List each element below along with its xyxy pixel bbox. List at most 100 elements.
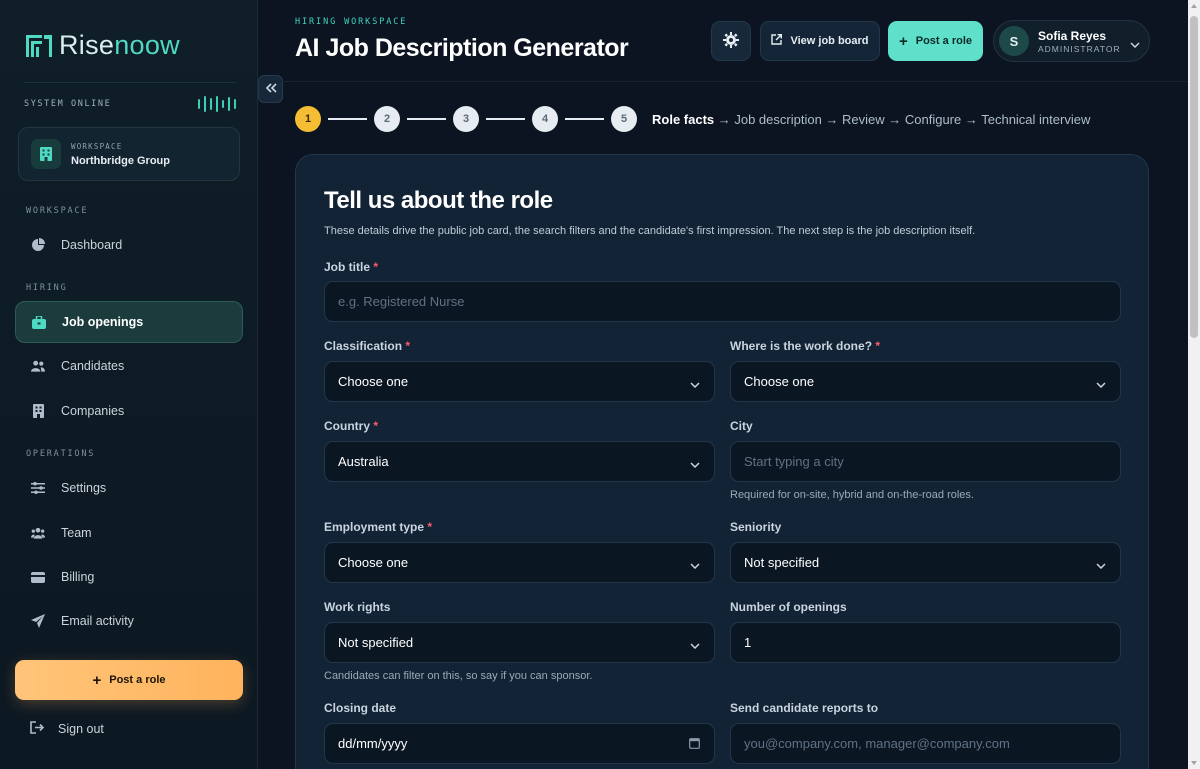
sidebar-item-job-openings[interactable]: Job openings bbox=[15, 301, 243, 343]
sidebar-item-team[interactable]: Team bbox=[15, 512, 243, 554]
classification-select[interactable]: Choose one bbox=[324, 361, 715, 402]
work-rights-label: Work rights bbox=[324, 600, 391, 614]
brand-name: Risenoow bbox=[59, 30, 180, 60]
external-link-icon bbox=[771, 34, 783, 48]
sidebar-item-label: Billing bbox=[61, 570, 95, 584]
step-3[interactable]: 3 bbox=[453, 106, 479, 132]
workspace-switcher[interactable]: WORKSPACE Northbridge Group bbox=[18, 127, 240, 181]
sign-out-button[interactable]: Sign out bbox=[30, 721, 104, 737]
wizard-stepper: 1 2 3 4 5 Role facts → Job description →… bbox=[295, 106, 1090, 132]
briefcase-icon bbox=[32, 315, 46, 329]
seniority-label: Seniority bbox=[730, 520, 782, 534]
seniority-select[interactable]: Not specified bbox=[730, 542, 1121, 583]
scroll-up-icon[interactable] bbox=[1191, 4, 1197, 8]
gear-icon bbox=[723, 31, 739, 51]
building-icon bbox=[31, 139, 61, 169]
workspace-label: WORKSPACE bbox=[71, 141, 123, 151]
sidebar-item-candidates[interactable]: Candidates bbox=[15, 345, 243, 387]
step-connector bbox=[407, 118, 446, 120]
settings-button[interactable] bbox=[711, 21, 751, 61]
plus-icon: + bbox=[92, 671, 102, 689]
work-rights-hint: Candidates can filter on this, so say if… bbox=[324, 670, 593, 682]
chevron-down-icon bbox=[1130, 35, 1140, 53]
system-status: SYSTEM ONLINE bbox=[24, 82, 236, 112]
reports-to-input[interactable]: you@company.com, manager@company.com bbox=[730, 723, 1121, 764]
current-step-label: Role facts bbox=[652, 111, 715, 127]
sidebar-item-settings[interactable]: Settings bbox=[15, 467, 243, 509]
chevron-down-icon bbox=[690, 557, 700, 572]
closing-date-label: Closing date bbox=[324, 701, 397, 715]
employment-type-select[interactable]: Choose one bbox=[324, 542, 715, 583]
building-icon bbox=[31, 404, 45, 418]
country-select[interactable]: Australia bbox=[324, 441, 715, 482]
section-label-workspace: WORKSPACE bbox=[26, 206, 89, 216]
job-title-label: Job title * bbox=[324, 260, 379, 274]
employment-type-label: Employment type * bbox=[324, 520, 433, 534]
step-connector bbox=[328, 118, 367, 120]
step-breadcrumb: Role facts → Job description → Review → … bbox=[652, 112, 1090, 127]
work-rights-select[interactable]: Not specified bbox=[324, 622, 715, 663]
work-location-select[interactable]: Choose one bbox=[730, 361, 1121, 402]
user-menu[interactable]: S Sofia Reyes ADMINISTRATOR bbox=[993, 20, 1150, 62]
sidebar-item-billing[interactable]: Billing bbox=[15, 556, 243, 598]
pie-chart-icon bbox=[31, 238, 45, 252]
credit-card-icon bbox=[31, 570, 45, 584]
city-hint: Required for on-site, hybrid and on-the-… bbox=[730, 489, 974, 501]
sidebar-post-role-button[interactable]: + Post a role bbox=[15, 660, 243, 700]
remaining-steps-label: → Job description → Review → Configure →… bbox=[714, 111, 1091, 127]
page-title: AI Job Description Generator bbox=[295, 34, 629, 62]
team-icon bbox=[31, 526, 45, 540]
classification-label: Classification * bbox=[324, 339, 411, 353]
view-job-board-button[interactable]: View job board bbox=[760, 21, 880, 61]
closing-date-input[interactable]: dd/mm/yyyy bbox=[324, 723, 715, 764]
sidebar-item-label: Settings bbox=[61, 481, 107, 495]
scroll-down-icon[interactable] bbox=[1191, 761, 1197, 765]
step-2[interactable]: 2 bbox=[374, 106, 400, 132]
page-header: HIRING WORKSPACE AI Job Description Gene… bbox=[259, 0, 1188, 82]
reports-to-label: Send candidate reports to bbox=[730, 701, 879, 715]
sidebar-item-companies[interactable]: Companies bbox=[15, 390, 243, 432]
sidebar: Risenoow SYSTEM ONLINE WORKSPACE Northbr… bbox=[0, 0, 258, 769]
header-post-role-button[interactable]: + Post a role bbox=[888, 21, 983, 61]
sidebar-item-label: Team bbox=[61, 526, 92, 540]
sidebar-item-dashboard[interactable]: Dashboard bbox=[15, 224, 243, 266]
step-connector bbox=[486, 118, 525, 120]
openings-input[interactable]: 1 bbox=[730, 622, 1121, 663]
step-5[interactable]: 5 bbox=[611, 106, 637, 132]
step-connector bbox=[565, 118, 604, 120]
form-subtitle: These details drive the public job card,… bbox=[324, 225, 976, 237]
sidebar-item-email-activity[interactable]: Email activity bbox=[15, 600, 243, 642]
brand-logo[interactable]: Risenoow bbox=[25, 30, 180, 61]
avatar: S bbox=[999, 26, 1029, 56]
sidebar-item-label: Companies bbox=[61, 404, 125, 418]
user-role: ADMINISTRATOR bbox=[1038, 43, 1121, 54]
sidebar-item-label: Job openings bbox=[62, 315, 144, 329]
section-label-operations: OPERATIONS bbox=[26, 449, 96, 459]
work-location-label: Where is the work done? * bbox=[730, 339, 881, 353]
sidebar-item-label: Email activity bbox=[61, 614, 134, 628]
post-role-label: Post a role bbox=[109, 674, 166, 686]
chevron-down-icon bbox=[690, 376, 700, 391]
city-label: City bbox=[730, 419, 753, 433]
job-title-input[interactable]: e.g. Registered Nurse bbox=[324, 281, 1121, 322]
sign-out-icon bbox=[30, 721, 45, 737]
city-input[interactable]: Start typing a city bbox=[730, 441, 1121, 482]
page-scrollbar[interactable] bbox=[1188, 0, 1200, 769]
chevron-down-icon bbox=[1096, 376, 1106, 391]
step-1[interactable]: 1 bbox=[295, 106, 321, 132]
chevron-down-icon bbox=[690, 637, 700, 652]
sign-out-label: Sign out bbox=[58, 722, 104, 736]
sidebar-item-label: Dashboard bbox=[61, 238, 123, 252]
chevron-down-icon bbox=[690, 456, 700, 471]
calendar-icon[interactable] bbox=[689, 737, 700, 752]
role-facts-form: Tell us about the role These details dri… bbox=[295, 154, 1149, 769]
form-title: Tell us about the role bbox=[324, 187, 553, 214]
rn-logo-icon bbox=[26, 34, 52, 57]
page-eyebrow: HIRING WORKSPACE bbox=[295, 17, 408, 27]
step-4[interactable]: 4 bbox=[532, 106, 558, 132]
chevrons-left-icon bbox=[265, 80, 277, 98]
signal-wave-icon bbox=[198, 95, 236, 113]
workspace-name: Northbridge Group bbox=[71, 154, 170, 167]
scrollbar-thumb[interactable] bbox=[1190, 16, 1198, 338]
sidebar-item-label: Candidates bbox=[61, 359, 125, 373]
